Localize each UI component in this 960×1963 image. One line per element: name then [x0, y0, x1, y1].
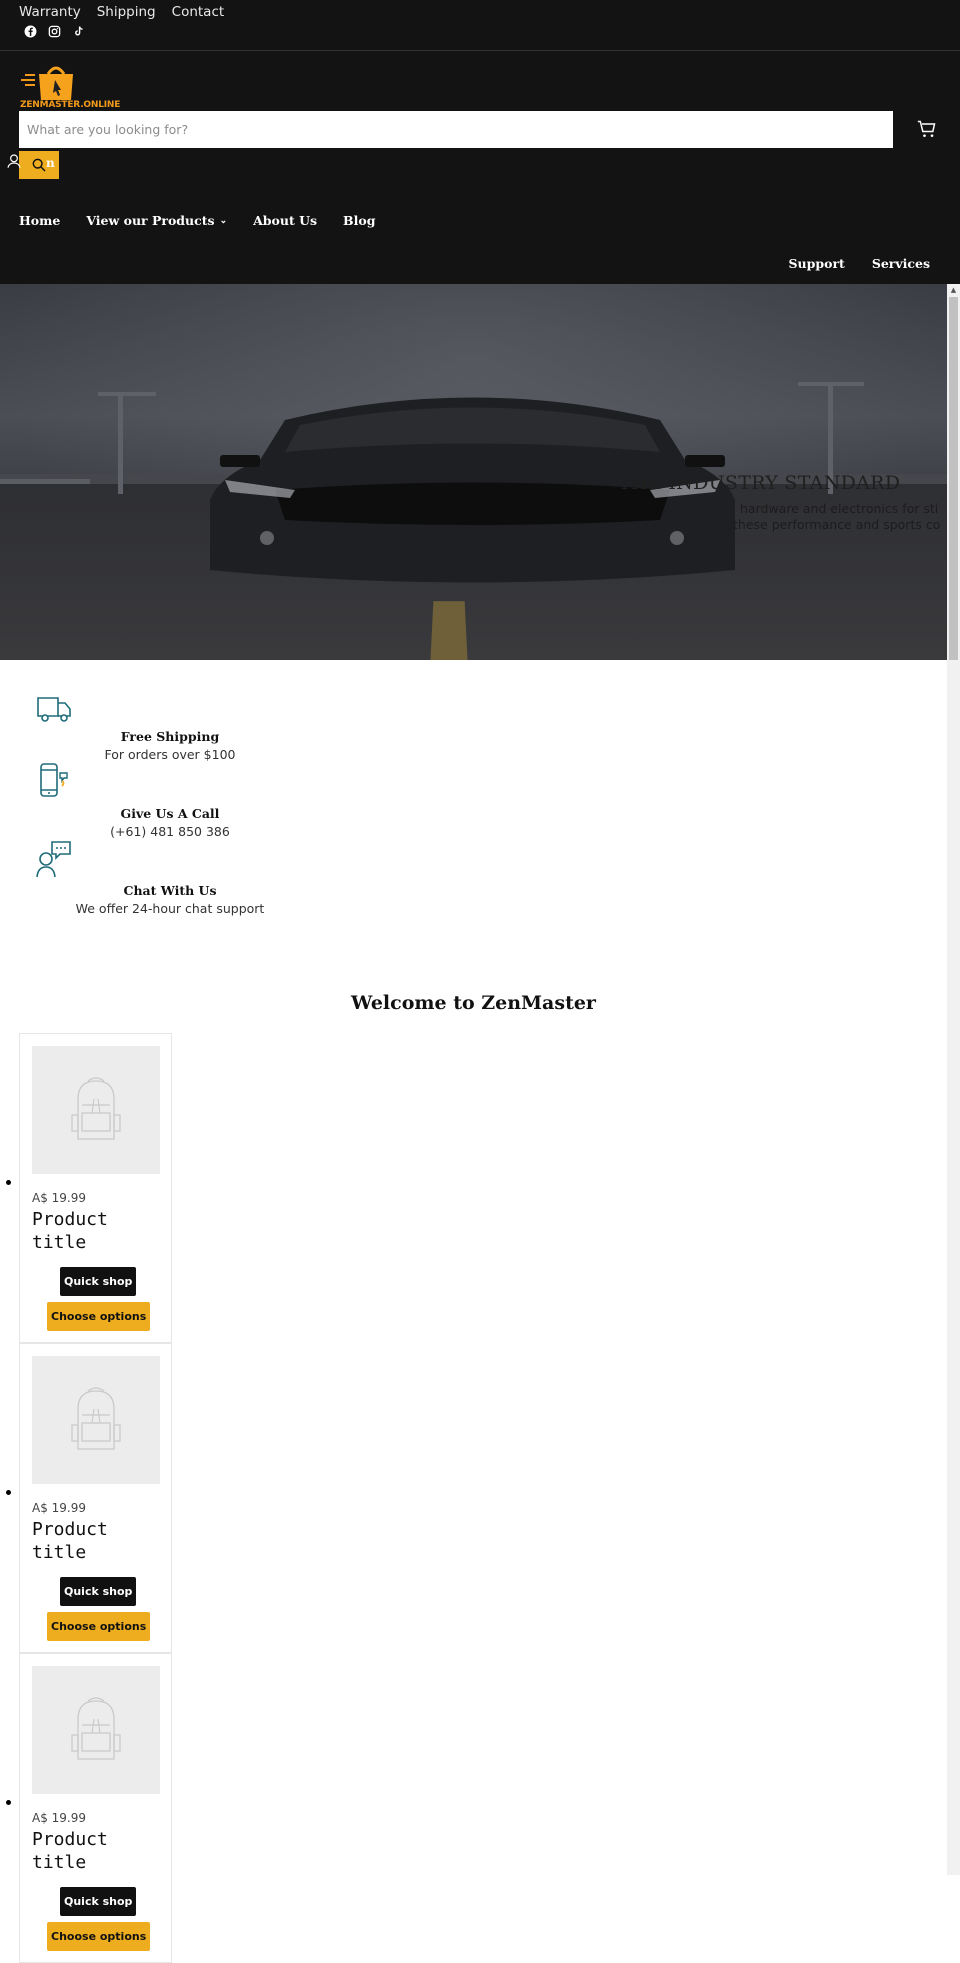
product-title[interactable]: Product title [32, 1828, 152, 1874]
scrollbar[interactable]: ▲ [947, 284, 960, 1875]
utility-link-warranty[interactable]: Warranty [19, 4, 81, 20]
feature-text: For orders over $100 [104, 747, 236, 762]
product-price: A$ 19.99 [32, 1501, 87, 1515]
product-card[interactable]: A$ 19.99 Product title Quick shop Choose… [19, 1343, 172, 1653]
product-image-placeholder[interactable] [32, 1356, 160, 1484]
section-title: Welcome to ZenMaster [351, 992, 596, 1014]
shopping-bag-logo-icon [21, 66, 73, 100]
chevron-down-icon: ⌄ [219, 215, 228, 226]
product-price: A$ 19.99 [32, 1191, 87, 1205]
phone-icon [34, 761, 74, 801]
feature-give-us-a-call: Give Us A Call (+61) 481 850 386 [0, 806, 340, 839]
feature-title: Chat With Us [123, 883, 217, 898]
product-image-placeholder[interactable] [32, 1666, 160, 1794]
list-bullet [6, 1180, 11, 1185]
feature-title: Free Shipping [120, 729, 220, 744]
backpack-placeholder-icon [71, 1697, 121, 1760]
backpack-placeholder-icon [71, 1077, 121, 1140]
secondary-nav: Support Services [789, 256, 930, 271]
hero-light-pole [118, 394, 123, 494]
cart-button[interactable] [917, 119, 937, 139]
nav-item-services[interactable]: Services [872, 256, 930, 271]
account-link[interactable]: n [6, 154, 55, 170]
choose-options-button[interactable]: Choose options [47, 1302, 151, 1331]
list-bullet [6, 1490, 11, 1495]
product-card[interactable]: A$ 19.99 Product title Quick shop Choose… [19, 1653, 172, 1963]
hero-light-pole-arm [798, 382, 864, 386]
product-card[interactable]: A$ 19.99 Product title Quick shop Choose… [19, 1033, 172, 1343]
feature-title: Give Us A Call [120, 806, 220, 821]
nav-item-about-us[interactable]: About Us [253, 213, 317, 228]
product-price: A$ 19.99 [32, 1811, 87, 1825]
nav-item-blog[interactable]: Blog [343, 213, 375, 228]
nav-item-label: Blog [343, 213, 376, 228]
nav-item-home[interactable]: Home [19, 213, 60, 228]
hero-text-line: these performance and sports co [733, 517, 941, 532]
truck-icon [34, 688, 74, 728]
instagram-icon[interactable] [47, 24, 61, 38]
chat-support-icon [34, 839, 74, 879]
scroll-up-arrow-icon[interactable]: ▲ [947, 284, 960, 296]
account-label: n [46, 156, 55, 170]
nav-item-view-our-products[interactable]: View our Products ⌄ [86, 213, 227, 228]
product-image-placeholder[interactable] [32, 1046, 160, 1174]
hero-text-line: hardware and electronics for sti [740, 501, 939, 516]
search-bar [19, 111, 893, 148]
tiktok-icon[interactable] [71, 24, 85, 38]
main-nav: Home View our Products ⌄ About Us Blog [19, 213, 401, 228]
cart-icon [917, 120, 936, 137]
product-title[interactable]: Product title [32, 1518, 152, 1564]
list-bullet [6, 1800, 11, 1805]
quick-shop-button[interactable]: Quick shop [60, 1577, 137, 1606]
feature-free-shipping: Free Shipping For orders over $100 [0, 729, 340, 762]
choose-options-button[interactable]: Choose options [47, 1922, 151, 1951]
search-input[interactable] [19, 111, 893, 148]
nav-item-support[interactable]: Support [789, 256, 845, 271]
hero-banner[interactable]: THE INDUSTRY STANDARD hardware and elect… [0, 284, 947, 660]
hero-light-pole-arm [98, 392, 156, 396]
site-header: Warranty Shipping Contact ZENMASTER.ONLI… [0, 0, 960, 284]
facebook-icon[interactable] [23, 24, 37, 38]
choose-options-button[interactable]: Choose options [47, 1612, 151, 1641]
user-icon [7, 154, 21, 168]
nav-item-label: View our Products [86, 213, 215, 228]
utility-nav: Warranty Shipping Contact [19, 4, 224, 20]
utility-link-contact[interactable]: Contact [172, 4, 225, 20]
feature-text: (+61) 481 850 386 [110, 824, 230, 839]
backpack-placeholder-icon [71, 1387, 121, 1450]
hero-text: hardware and electronics for sti these p… [490, 501, 940, 533]
feature-text: We offer 24-hour chat support [75, 901, 265, 916]
hero-title: THE INDUSTRY STANDARD [618, 472, 901, 494]
quick-shop-button[interactable]: Quick shop [60, 1887, 137, 1916]
quick-shop-button[interactable]: Quick shop [60, 1267, 137, 1296]
product-title[interactable]: Product title [32, 1208, 152, 1254]
feature-chat-with-us: Chat With Us We offer 24-hour chat suppo… [0, 883, 340, 916]
logo-text: ZENMASTER.ONLINE [20, 100, 121, 110]
social-links [23, 24, 85, 38]
header-divider [0, 50, 960, 51]
hero-road-line [430, 601, 468, 660]
scrollbar-thumb[interactable] [949, 297, 958, 660]
nav-item-label: About Us [253, 213, 318, 228]
utility-link-shipping[interactable]: Shipping [97, 4, 156, 20]
nav-item-label: Home [19, 213, 61, 228]
